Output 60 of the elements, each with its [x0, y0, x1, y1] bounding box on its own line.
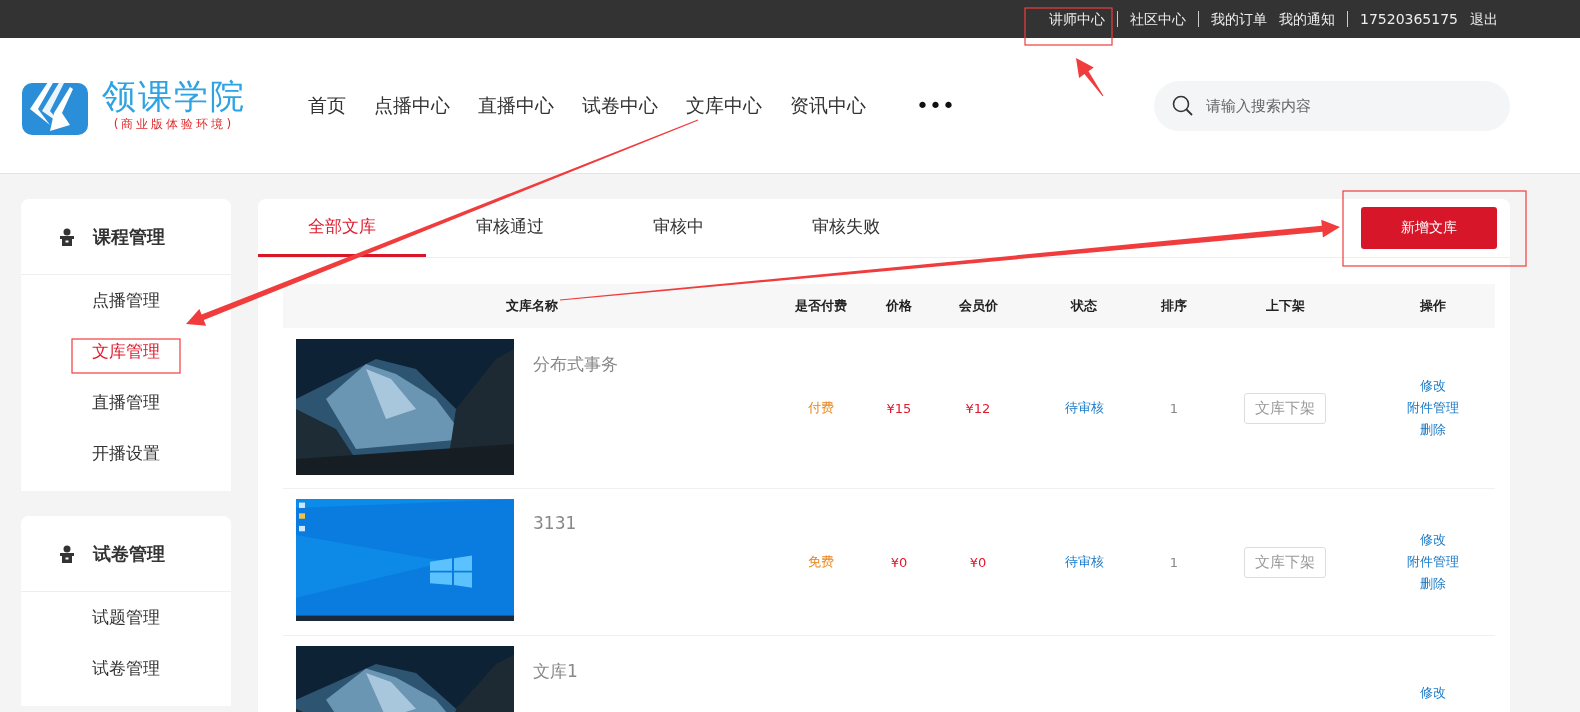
status-text: 待审核 [1064, 399, 1104, 417]
sidebar-item[interactable]: 开播设置 [92, 440, 160, 491]
top-link[interactable]: 我的订单 [1211, 11, 1267, 27]
column-header: 上下架 [1264, 297, 1306, 315]
search-icon [1172, 94, 1194, 117]
action-link[interactable]: 修改 [1419, 684, 1446, 702]
more-menu[interactable]: ••• [916, 93, 955, 118]
sidebar-heading: 试卷管理 [93, 541, 165, 566]
action-link[interactable]: 附件管理 [1406, 399, 1459, 417]
payment-type: 免费 [808, 553, 834, 571]
library-title[interactable]: 3131 [533, 513, 577, 533]
top-link[interactable]: 社区中心 [1130, 11, 1199, 27]
sidebar-item[interactable]: 文库管理 [92, 338, 160, 389]
library-title[interactable]: 分布式事务 [533, 353, 618, 376]
sort-number: 1 [1169, 400, 1179, 416]
tab[interactable]: 审核中 [594, 199, 762, 257]
column-header: 操作 [1418, 297, 1447, 315]
person-icon [59, 227, 75, 246]
nav-link[interactable]: 直播中心 [478, 92, 554, 119]
sidebar-item[interactable]: 点播管理 [92, 287, 160, 338]
status-text: 待审核 [1064, 553, 1104, 571]
nav-link[interactable]: 首页 [308, 92, 346, 119]
nav-link[interactable]: 试卷中心 [582, 92, 658, 119]
top-link[interactable]: 退出 [1470, 11, 1498, 27]
column-header: 是否付费 [794, 297, 848, 315]
tab[interactable]: 审核失败 [762, 199, 930, 257]
search-field[interactable]: 请输入搜索内容 [1154, 80, 1510, 131]
sort-number: 1 [1169, 554, 1179, 570]
column-header: 文库名称 [504, 297, 559, 315]
member-price-text: ¥0 [969, 554, 987, 570]
nav-link[interactable]: 文库中心 [686, 92, 762, 119]
add-library-button[interactable]: 新增文库 [1361, 207, 1497, 249]
sidebar-item[interactable]: 直播管理 [92, 389, 160, 440]
top-link[interactable]: 17520365175 [1360, 11, 1458, 27]
action-link[interactable]: 删除 [1419, 421, 1446, 439]
action-link[interactable]: 删除 [1419, 575, 1446, 593]
top-link[interactable]: 我的通知 [1279, 11, 1348, 27]
column-header: 状态 [1069, 297, 1098, 315]
member-price-text: ¥12 [965, 400, 991, 416]
logo-title: 领课学院 [102, 78, 246, 116]
column-header: 会员价 [957, 297, 999, 315]
logo-tagline: (商业版体验环境) [113, 115, 235, 133]
top-link[interactable]: 讲师中心 [1049, 11, 1118, 27]
column-header: 价格 [884, 297, 913, 315]
nav-link[interactable]: 资讯中心 [790, 92, 866, 119]
library-title[interactable]: 文库1 [533, 660, 578, 683]
arrow [1076, 58, 1104, 97]
action-link[interactable]: 修改 [1419, 531, 1446, 549]
action-link[interactable]: 修改 [1419, 377, 1446, 395]
price-text: ¥15 [886, 400, 912, 416]
sidebar-heading: 课程管理 [93, 224, 165, 249]
tab[interactable]: 审核通过 [426, 199, 594, 257]
sidebar-item[interactable]: 试卷管理 [92, 655, 160, 706]
column-header: 排序 [1160, 297, 1188, 315]
action-link[interactable]: 附件管理 [1406, 553, 1459, 571]
sidebar-item[interactable]: 试题管理 [92, 604, 160, 655]
person-icon [59, 544, 75, 563]
price-text: ¥0 [890, 554, 908, 570]
nav-link[interactable]: 点播中心 [374, 92, 450, 119]
payment-type: 付费 [808, 399, 834, 417]
